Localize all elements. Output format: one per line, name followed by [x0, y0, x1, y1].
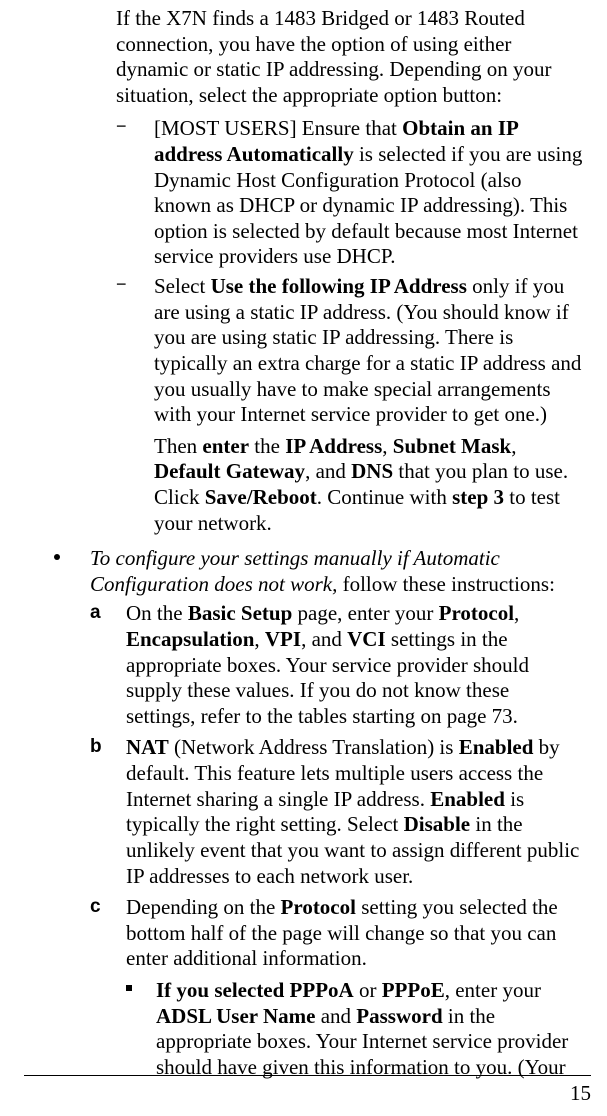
bold: enter — [202, 434, 249, 458]
bold: Password — [356, 1004, 442, 1028]
text: , enter your — [445, 978, 541, 1002]
text: , — [254, 627, 265, 651]
bold: Basic Setup — [188, 601, 292, 625]
text: Select — [154, 274, 211, 298]
letter-item-c: c Depending on the Protocol setting you … — [90, 895, 583, 972]
square-list: If you selected PPPoA or PPPoE, enter yo… — [126, 978, 583, 1080]
letter-marker: a — [90, 601, 101, 624]
bold: VPI — [265, 627, 301, 651]
text: [MOST USERS] Ensure that — [154, 116, 402, 140]
bold: Protocol — [281, 895, 356, 919]
dash-marker-icon: − — [116, 274, 146, 296]
text: On the — [126, 601, 188, 625]
square-bullet-icon — [126, 985, 132, 991]
text: , and — [305, 459, 351, 483]
bold: Disable — [404, 812, 471, 836]
footer-rule — [24, 1075, 591, 1076]
letter-marker: b — [90, 735, 102, 758]
dash-marker-icon: − — [116, 116, 146, 138]
text: follow these instructions: — [337, 572, 555, 596]
letter-marker: c — [90, 895, 101, 918]
page: If the X7N finds a 1483 Bridged or 1483 … — [0, 0, 607, 1116]
letter-item-a: a On the Basic Setup page, enter your Pr… — [90, 601, 583, 729]
bold: Use the following IP Address — [211, 274, 467, 298]
bold: VCI — [347, 627, 386, 651]
bold: Subnet Mask — [393, 434, 511, 458]
bold: NAT — [126, 735, 169, 759]
bold: step 3 — [452, 485, 504, 509]
bold: Save/Reboot — [205, 485, 317, 509]
bullet-dot-icon — [54, 554, 60, 560]
text: , — [382, 434, 393, 458]
text: . Continue with — [317, 485, 452, 509]
text: , — [511, 434, 516, 458]
bold: Protocol — [439, 601, 514, 625]
bold: Enabled — [430, 787, 505, 811]
square-item-1: If you selected PPPoA or PPPoE, enter yo… — [126, 978, 583, 1080]
lettered-list: a On the Basic Setup page, enter your Pr… — [90, 601, 583, 972]
bold: PPPoE — [382, 978, 445, 1002]
dash-list: − [MOST USERS] Ensure that Obtain an IP … — [116, 116, 583, 536]
text: or — [354, 978, 382, 1002]
bold: Enabled — [459, 735, 534, 759]
content-body: If the X7N finds a 1483 Bridged or 1483 … — [24, 6, 583, 1080]
intro-paragraph: If the X7N finds a 1483 Bridged or 1483 … — [116, 6, 583, 108]
text: page, enter your — [292, 601, 438, 625]
sub-paragraph: Then enter the IP Address, Subnet Mask , … — [154, 434, 583, 536]
text: and — [315, 1004, 356, 1028]
bold: If you selected PPPoA — [156, 978, 354, 1002]
text: , and — [301, 627, 347, 651]
letter-item-b: b NAT (Network Address Translation) is E… — [90, 735, 583, 889]
text: Depending on the — [126, 895, 281, 919]
text: Then — [154, 434, 202, 458]
bold: ADSL User Name — [156, 1004, 315, 1028]
bullet-item: To configure your settings manually if A… — [54, 546, 583, 597]
bold: Encapsulation — [126, 627, 254, 651]
text: , — [514, 601, 519, 625]
page-number: 15 — [570, 1081, 591, 1106]
dash-item-2: − Select Use the following IP Address on… — [116, 274, 583, 536]
bold: Default Gateway — [154, 459, 305, 483]
bold: DNS — [351, 459, 393, 483]
dash-item-1: − [MOST USERS] Ensure that Obtain an IP … — [116, 116, 583, 270]
text: (Network Address Translation) is — [169, 735, 459, 759]
text: the — [249, 434, 285, 458]
bold: IP Address — [285, 434, 382, 458]
